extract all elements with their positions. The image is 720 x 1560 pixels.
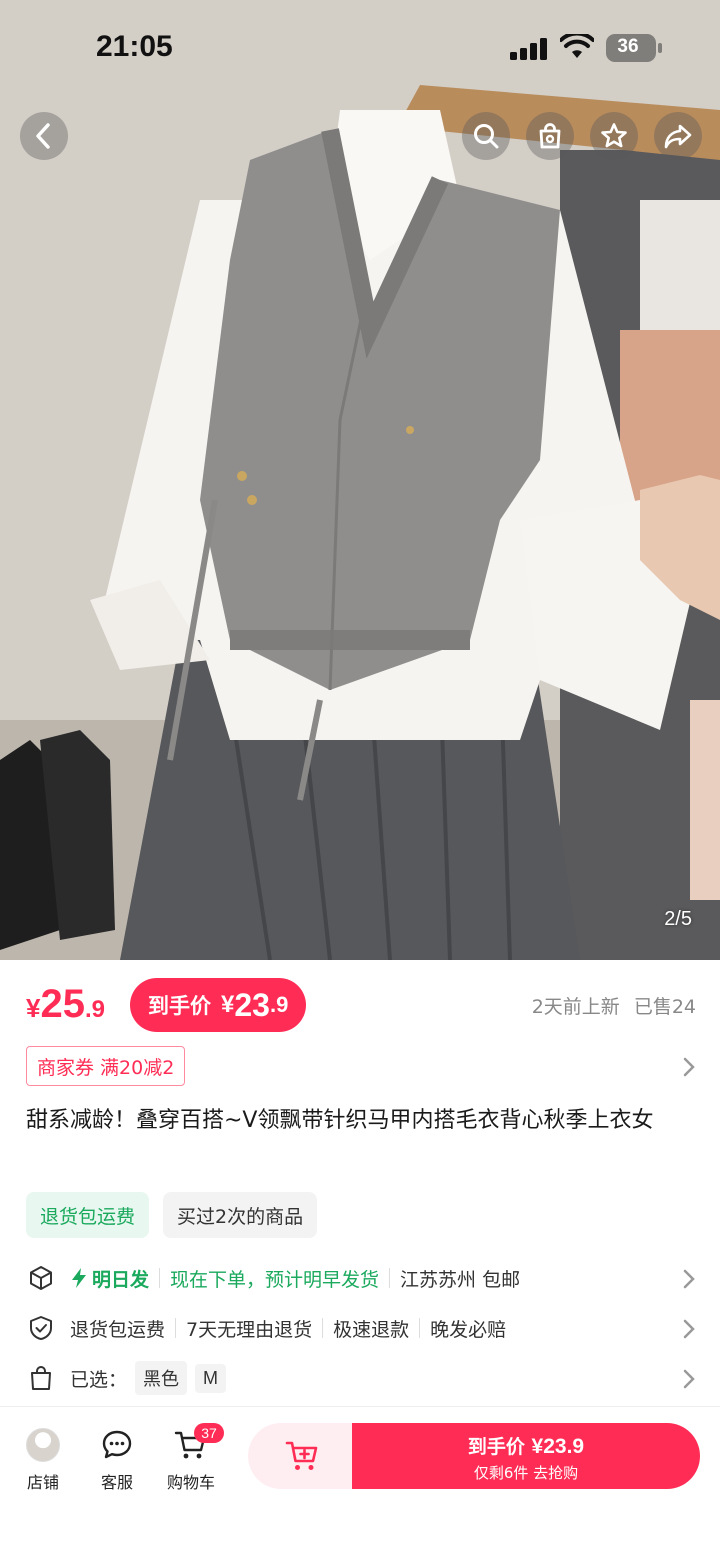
service-guarantee-row[interactable]: 退货包运费 7天无理由退货 极速退款 晚发必赔	[26, 1306, 696, 1350]
selection-label: 已选：	[70, 1368, 128, 1391]
listing-updated: 2天前上新	[531, 996, 620, 1018]
bag-icon	[26, 1365, 56, 1391]
favorite-button[interactable]	[590, 112, 638, 160]
divider	[175, 1318, 177, 1338]
service-item: 7天无理由退货	[186, 1318, 313, 1341]
shopping-bag-button[interactable]	[526, 112, 574, 160]
shop-avatar	[26, 1428, 60, 1462]
nav-cart[interactable]: 37 购物车	[156, 1423, 226, 1493]
package-icon	[26, 1265, 56, 1291]
buy-now-price-label: 到手价	[467, 1436, 525, 1458]
wifi-icon	[560, 34, 594, 58]
final-price-badge[interactable]: 到手价 ¥23.9	[130, 978, 307, 1032]
service-item: 晚发必赔	[430, 1318, 507, 1341]
battery-icon: 36	[606, 34, 662, 62]
selected-color: 黑色	[135, 1361, 188, 1395]
buy-now-button[interactable]: 到手价 ¥23.9 仅剩6件 去抢购	[352, 1423, 700, 1489]
current-price: ¥25.9	[26, 982, 105, 1027]
search-button[interactable]	[462, 112, 510, 160]
star-icon	[601, 123, 627, 148]
final-price-decimal: .9	[269, 992, 289, 1017]
merchant-coupon[interactable]: 商家券 满20减2	[26, 1046, 186, 1086]
status-time: 21:05	[96, 30, 173, 63]
add-to-cart-button[interactable]	[248, 1423, 358, 1489]
divider	[419, 1318, 421, 1338]
cart-count-badge: 37	[194, 1423, 224, 1443]
gallery-page-indicator: 2/5	[664, 908, 692, 930]
selected-size: M	[195, 1363, 227, 1393]
bottom-action-bar: 店铺 客服 37 购物车 到手价 ¥23.9 仅剩6件 去抢购	[0, 1406, 720, 1560]
product-image-gallery[interactable]: 21:05 36 2/5	[0, 0, 720, 960]
sold-count: 已售24	[633, 996, 696, 1018]
shield-check-icon	[26, 1315, 56, 1341]
nav-service-label: 客服	[100, 1473, 133, 1492]
chevron-right-icon	[683, 1369, 695, 1389]
divider	[322, 1318, 324, 1338]
current-price-currency: ¥	[26, 993, 41, 1023]
sku-selection-row[interactable]: 已选： 黑色 M	[26, 1356, 696, 1400]
product-tags: 退货包运费 买过2次的商品	[26, 1192, 318, 1238]
divider	[389, 1268, 391, 1288]
buy-now-price-line: 到手价 ¥23.9	[352, 1432, 700, 1459]
service-item: 退货包运费	[70, 1318, 166, 1341]
final-price-integer: 23	[234, 986, 270, 1023]
buy-now-stock-note: 仅剩6件 去抢购	[473, 1464, 579, 1482]
cellular-signal-icon	[510, 38, 547, 60]
tag-free-return-shipping: 退货包运费	[26, 1192, 150, 1238]
current-price-integer: 25	[40, 982, 85, 1026]
chevron-right-icon	[683, 1319, 695, 1339]
chevron-right-icon	[683, 1057, 695, 1077]
lightning-icon	[72, 1268, 86, 1288]
final-price-label: 到手价	[148, 994, 211, 1018]
shipping-row[interactable]: 明日发 现在下单，预计明早发货 江苏苏州 包邮	[26, 1256, 696, 1300]
shopping-bag-icon	[539, 123, 561, 149]
chevron-left-icon	[36, 123, 50, 149]
current-price-decimal: .9	[84, 996, 105, 1023]
cart-plus-icon	[285, 1441, 318, 1470]
search-icon	[474, 124, 499, 149]
next-day-ship-label: 明日发	[92, 1268, 150, 1291]
battery-level: 36	[617, 36, 639, 57]
chat-bubble-icon	[102, 1430, 132, 1459]
chevron-right-icon	[683, 1269, 695, 1289]
listing-meta: 2天前上新 已售24	[532, 992, 696, 1019]
coupon-row[interactable]: 商家券 满20减2	[26, 1046, 696, 1086]
status-bar: 21:05 36	[0, 0, 720, 96]
nav-shop-label: 店铺	[26, 1473, 59, 1492]
back-button[interactable]	[20, 112, 68, 160]
price-row: ¥25.9 到手价 ¥23.9 2天前上新 已售24	[26, 978, 696, 1032]
share-icon	[664, 124, 692, 149]
product-title: 甜系减龄！叠穿百搭~V领飘带针织马甲内搭毛衣背心秋季上衣女	[26, 1108, 654, 1133]
divider	[159, 1268, 161, 1288]
tag-bought-before: 买过2次的商品	[163, 1192, 318, 1238]
final-price-currency: ¥	[221, 991, 235, 1018]
share-button[interactable]	[654, 112, 702, 160]
nav-cart-label: 购物车	[166, 1473, 215, 1492]
service-item: 极速退款	[333, 1318, 410, 1341]
nav-shop[interactable]: 店铺	[8, 1427, 78, 1493]
nav-customer-service[interactable]: 客服	[82, 1427, 152, 1493]
ship-origin: 江苏苏州 包邮	[400, 1268, 521, 1291]
ship-eta: 现在下单，预计明早发货	[170, 1268, 380, 1291]
buy-now-price: ¥23.9	[531, 1435, 585, 1458]
